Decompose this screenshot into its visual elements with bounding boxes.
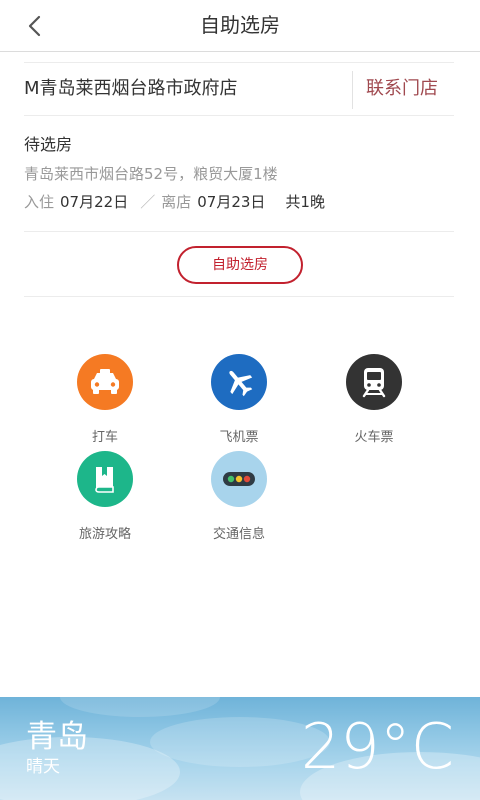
airplane-icon: [211, 354, 267, 410]
hotel-address: 青岛莱西市烟台路52号，粮贸大厦1楼: [24, 165, 278, 183]
service-label: 交通信息: [212, 527, 265, 542]
stay-dates: 入住 07月22日 ／ 离店 07月23日 共1晚: [24, 191, 325, 212]
divider: [352, 71, 353, 109]
service-flight[interactable]: 飞机票: [184, 354, 294, 445]
service-label: 火车票: [354, 430, 394, 445]
weather-banner: 青岛 晴天 29°C: [0, 697, 480, 800]
checkin-label: 入住: [24, 193, 55, 211]
divider: [24, 296, 454, 297]
hotel-name: M青岛莱西烟台路市政府店: [24, 78, 238, 99]
service-taxi[interactable]: 打车: [50, 354, 160, 445]
nights-count: 共1晚: [285, 193, 325, 211]
contact-store-button[interactable]: 联系门店: [366, 63, 438, 115]
service-train[interactable]: 火车票: [319, 354, 429, 445]
service-label: 飞机票: [219, 430, 259, 445]
taxi-icon: [77, 354, 133, 410]
checkin-date: 07月22日: [60, 193, 129, 211]
service-traffic-info[interactable]: 交通信息: [184, 451, 294, 542]
traffic-light-icon: [211, 451, 267, 507]
service-label: 打车: [91, 430, 118, 445]
weather-temperature: 29°C: [300, 710, 454, 783]
service-label: 旅游攻略: [78, 527, 131, 542]
weather-city: 青岛: [26, 719, 88, 755]
page-title: 自助选房: [200, 13, 280, 37]
header-bar: 自助选房: [0, 0, 480, 52]
hotel-row: M青岛莱西烟台路市政府店 联系门店: [24, 62, 454, 116]
checkout-label: 离店: [161, 193, 192, 211]
divider: [24, 231, 454, 232]
guide-book-icon: [77, 451, 133, 507]
booking-status: 待选房: [24, 135, 73, 154]
checkout-date: 07月23日: [197, 193, 266, 211]
select-room-button[interactable]: 自助选房: [177, 246, 303, 284]
date-separator: ／: [140, 193, 156, 211]
train-icon: [346, 354, 402, 410]
service-travel-guide[interactable]: 旅游攻略: [50, 451, 160, 542]
weather-condition: 晴天: [26, 757, 60, 777]
